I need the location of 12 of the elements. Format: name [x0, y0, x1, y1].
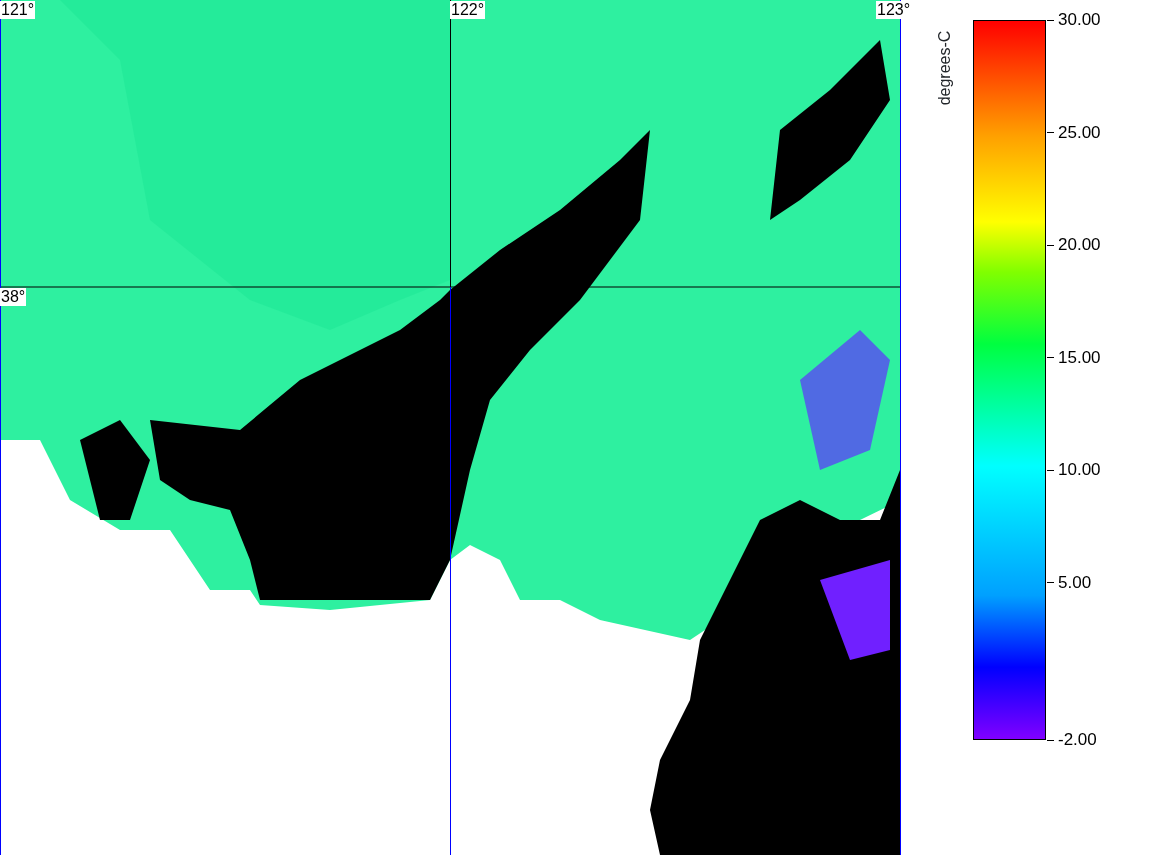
scale-tick-label: -2.00 — [1058, 729, 1097, 752]
scale-tick-label: 30.00 — [1058, 9, 1101, 32]
longitude-label: 122° — [450, 1, 486, 19]
longitude-label: 123° — [876, 1, 912, 19]
longitude-label: 121° — [0, 1, 36, 19]
scale-tick-label: 5.00 — [1058, 571, 1092, 594]
scale-title: degrees-C — [935, 30, 955, 106]
scale-tick-label: 10.00 — [1058, 459, 1101, 482]
scale-tick-label: 25.00 — [1058, 121, 1101, 144]
scale-tick-label: 15.00 — [1058, 346, 1101, 369]
latitude-label: 38° — [0, 288, 27, 306]
scale-tick-label: 20.00 — [1058, 234, 1101, 257]
